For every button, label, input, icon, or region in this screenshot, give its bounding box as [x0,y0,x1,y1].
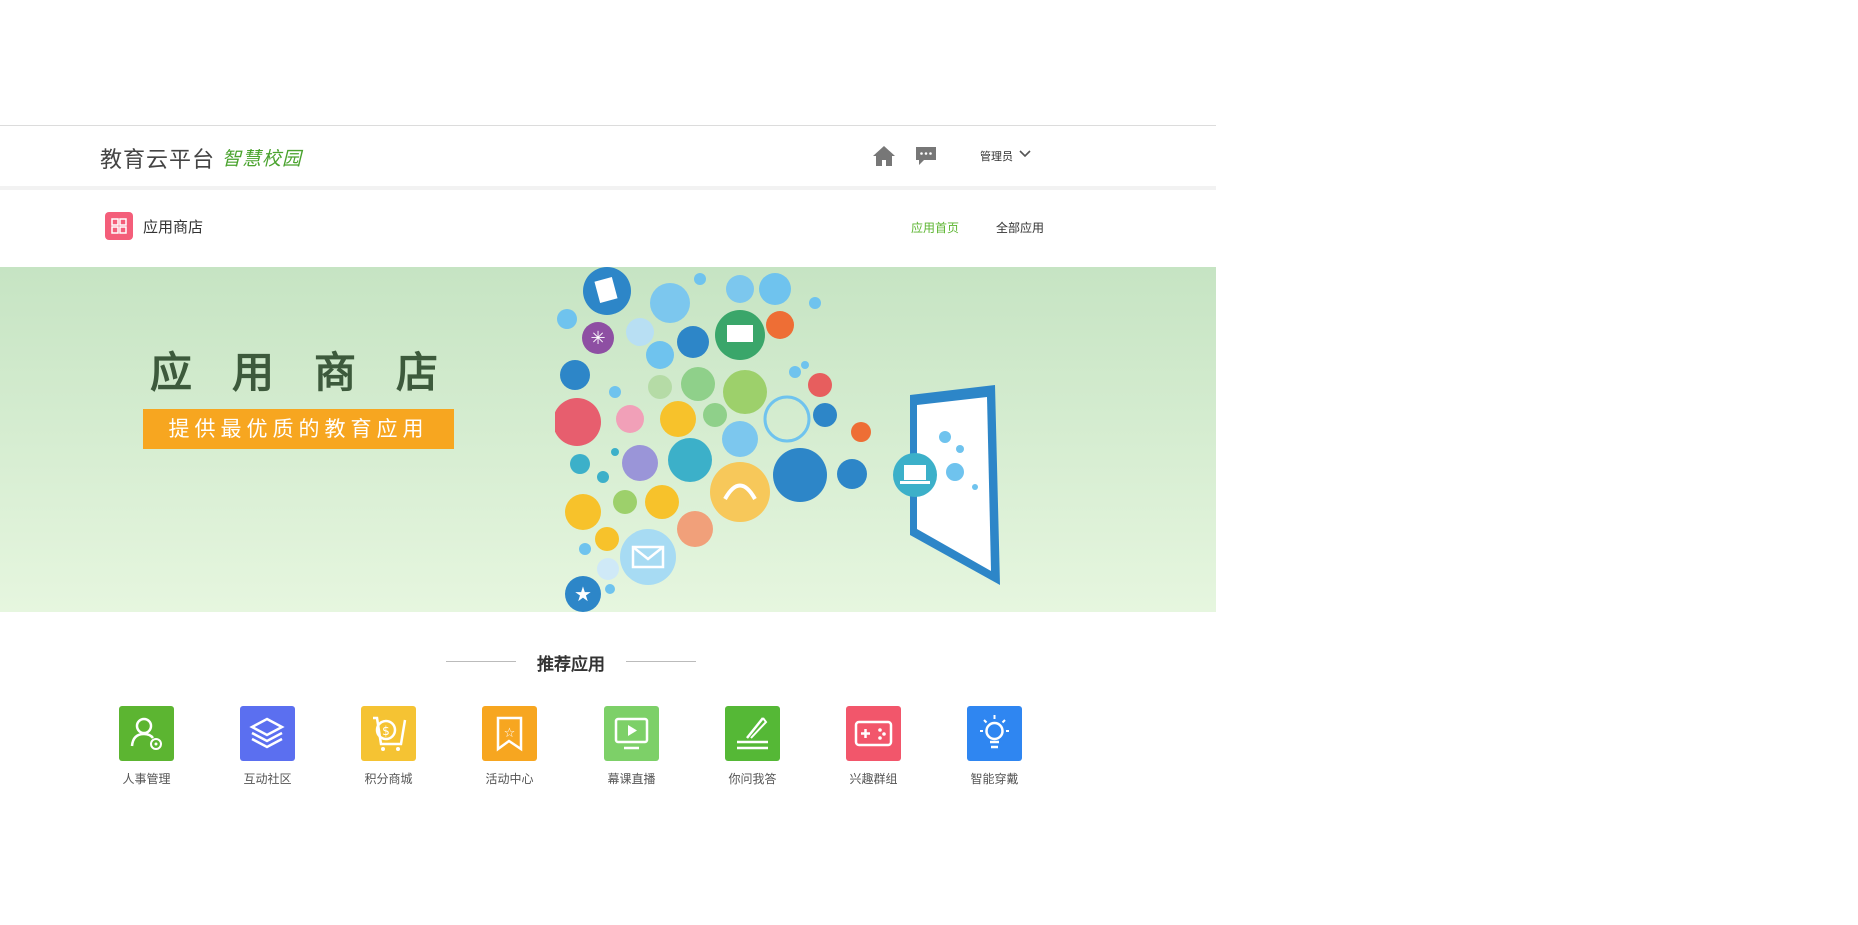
bulb-icon[interactable] [967,706,1022,761]
store-subnav: 应用商店 应用首页 全部应用 [0,190,1216,267]
layers-icon[interactable] [240,706,295,761]
user-gear-icon[interactable] [119,706,174,761]
app-label: 幕课直播 [607,772,656,786]
app-cloud-illustration: ✳ ★ [555,267,1000,612]
page-frame: 教育云平台 智慧校园 管理员 应用商店 应用首页 全部应用 应用商店 提供最优质… [0,0,1216,925]
chevron-down-icon[interactable] [1018,146,1032,165]
banner-title: 应用商店 [150,348,479,397]
app-label: 你问我答 [728,772,777,786]
nav-link-all-apps[interactable]: 全部应用 [996,219,1044,236]
store-title: 应用商店 [143,218,204,236]
recommended-header: 推荐应用 [446,648,696,675]
grid-icon [105,212,133,240]
svg-text:☆: ☆ [504,726,516,741]
app-label: 兴趣群组 [849,772,898,786]
app-label: 互动社区 [243,772,292,786]
tablet-illustration [893,385,1000,585]
logo-title[interactable]: 教育云平台 [100,142,215,174]
message-icon[interactable] [914,145,938,167]
banner-tagline-box: 提供最优质的教育应用 [143,409,454,449]
top-header: 教育云平台 智慧校园 管理员 [0,126,1216,190]
app-label: 人事管理 [122,772,171,786]
app-label: 智能穿戴 [970,772,1019,786]
app-label: 积分商城 [364,772,413,786]
pen-icon[interactable] [725,706,780,761]
title-divider-right [626,661,696,662]
admin-menu[interactable]: 管理员 [980,148,1013,164]
logo-subtitle: 智慧校园 [222,148,303,170]
nav-link-home[interactable]: 应用首页 [911,219,959,236]
recommended-title: 推荐应用 [537,655,605,675]
cart-icon[interactable]: $ [361,706,416,761]
svg-text:★: ★ [574,582,592,606]
home-icon[interactable] [872,145,896,167]
hero-banner[interactable]: 应用商店 提供最优质的教育应用 ✳ ★ [0,267,1216,612]
app-label: 活动中心 [485,772,534,786]
svg-text:✳: ✳ [590,328,605,349]
play-screen-icon[interactable] [604,706,659,761]
banner-tagline: 提供最优质的教育应用 [168,417,429,441]
gamepad-icon[interactable] [846,706,901,761]
star-bookmark-icon[interactable]: ☆ [482,706,537,761]
svg-text:$: $ [382,724,390,738]
